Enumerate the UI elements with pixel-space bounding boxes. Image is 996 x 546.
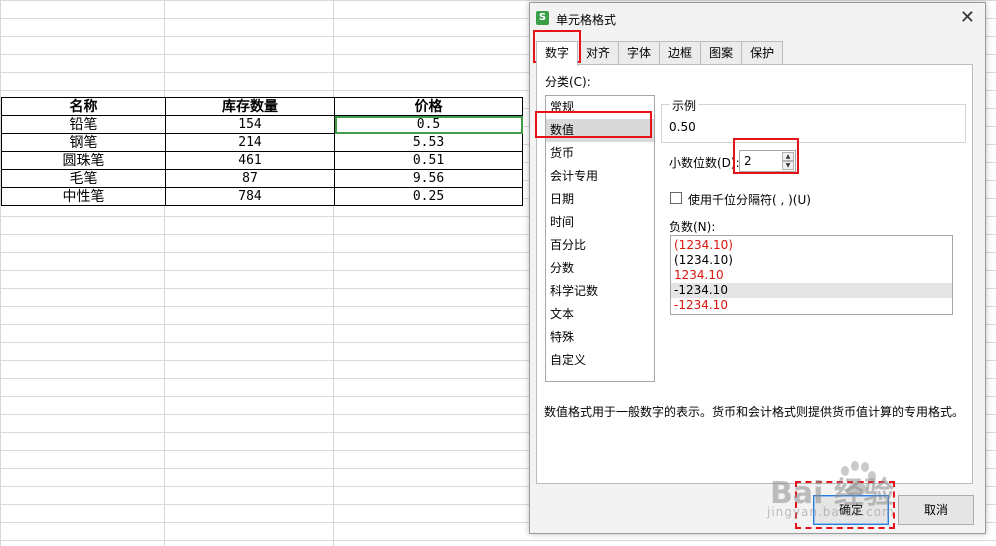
name-cell[interactable]: 中性笔 — [1, 187, 166, 206]
category-item[interactable]: 分数 — [546, 257, 654, 280]
category-item[interactable]: 百分比 — [546, 234, 654, 257]
category-item[interactable]: 特殊 — [546, 326, 654, 349]
price-cell[interactable]: 0.25 — [334, 187, 523, 206]
data-table: 名称 库存数量 价格 铅笔 154 0.5 钢笔 214 5.53 圆珠笔 46… — [1, 97, 523, 206]
negative-format-option[interactable]: (1234.10) — [671, 238, 952, 253]
format-description: 数值格式用于一般数字的表示。货币和会计格式则提供货币值计算的专用格式。 — [544, 405, 965, 419]
name-cell[interactable]: 铅笔 — [1, 115, 166, 134]
negative-numbers-label: 负数(N): — [669, 220, 716, 234]
category-item[interactable]: 货币 — [546, 142, 654, 165]
price-cell[interactable]: 5.53 — [334, 133, 523, 152]
header-cell[interactable]: 库存数量 — [165, 97, 335, 116]
header-cell[interactable]: 价格 — [334, 97, 523, 116]
table-row: 铅笔 154 0.5 — [1, 115, 523, 134]
negative-format-option-selected[interactable]: -1234.10 — [671, 283, 952, 298]
thousands-separator-checkbox[interactable] — [670, 192, 682, 204]
tab-font[interactable]: 字体 — [618, 41, 661, 65]
category-item[interactable]: 文本 — [546, 303, 654, 326]
decimal-places-label: 小数位数(D): — [669, 156, 740, 170]
tab-number[interactable]: 数字 — [536, 41, 579, 66]
negative-numbers-listbox[interactable]: (1234.10) (1234.10) 1234.10 -1234.10 -12… — [670, 235, 953, 315]
negative-format-option[interactable]: (1234.10) — [671, 253, 952, 268]
category-item-selected[interactable]: 数值 — [546, 119, 654, 142]
sample-group — [661, 104, 966, 143]
tab-alignment[interactable]: 对齐 — [577, 41, 620, 65]
category-item[interactable]: 时间 — [546, 211, 654, 234]
thousands-separator-label[interactable]: 使用千位分隔符( , )(U) — [688, 191, 811, 208]
header-cell[interactable]: 名称 — [1, 97, 166, 116]
table-row: 钢笔 214 5.53 — [1, 133, 523, 152]
negative-format-option[interactable]: -1234.10 — [671, 298, 952, 313]
stock-cell[interactable]: 87 — [165, 169, 335, 188]
name-cell[interactable]: 圆珠笔 — [1, 151, 166, 170]
cancel-button[interactable]: 取消 — [898, 495, 974, 525]
category-item[interactable]: 日期 — [546, 188, 654, 211]
column-divider — [164, 0, 165, 546]
stock-cell[interactable]: 154 — [165, 115, 335, 134]
price-cell-selected[interactable]: 0.5 — [334, 115, 523, 134]
decimal-places-stepper[interactable]: 2 ▲ ▼ — [739, 150, 796, 172]
close-icon[interactable]: ✕ — [960, 8, 975, 28]
table-row: 毛笔 87 9.56 — [1, 169, 523, 188]
sample-label: 示例 — [670, 97, 699, 114]
tab-strip: 数字 对齐 字体 边框 图案 保护 — [536, 41, 784, 66]
wps-spreadsheet-icon: S — [536, 11, 549, 25]
negative-format-option[interactable]: 1234.10 — [671, 268, 952, 283]
dialog-titlebar[interactable]: S 单元格格式 ✕ — [530, 3, 985, 33]
header-row: 名称 库存数量 价格 — [1, 97, 523, 116]
category-item[interactable]: 科学记数 — [546, 280, 654, 303]
price-cell[interactable]: 0.51 — [334, 151, 523, 170]
category-item[interactable]: 常规 — [546, 96, 654, 119]
category-item[interactable]: 自定义 — [546, 349, 654, 372]
format-cells-dialog: S 单元格格式 ✕ 数字 对齐 字体 边框 图案 保护 分类(C): 常规 数值… — [529, 2, 986, 534]
decimal-places-value[interactable]: 2 — [744, 154, 752, 168]
tab-protection[interactable]: 保护 — [741, 41, 784, 65]
spin-down-icon[interactable]: ▼ — [782, 161, 794, 170]
stock-cell[interactable]: 784 — [165, 187, 335, 206]
sample-value: 0.50 — [669, 120, 696, 134]
spin-up-icon[interactable]: ▲ — [782, 152, 794, 161]
stock-cell[interactable]: 461 — [165, 151, 335, 170]
baidu-watermark-url: jingyan.baidu.com — [767, 505, 895, 519]
name-cell[interactable]: 毛笔 — [1, 169, 166, 188]
dialog-title: 单元格格式 — [556, 13, 617, 27]
tab-pattern[interactable]: 图案 — [700, 41, 743, 65]
category-item[interactable]: 会计专用 — [546, 165, 654, 188]
table-row: 中性笔 784 0.25 — [1, 187, 523, 206]
name-cell[interactable]: 钢笔 — [1, 133, 166, 152]
table-row: 圆珠笔 461 0.51 — [1, 151, 523, 170]
column-divider — [333, 0, 334, 546]
category-listbox[interactable]: 常规 数值 货币 会计专用 日期 时间 百分比 分数 科学记数 文本 特殊 自定… — [545, 95, 655, 382]
stock-cell[interactable]: 214 — [165, 133, 335, 152]
price-cell[interactable]: 9.56 — [334, 169, 523, 188]
category-label: 分类(C): — [545, 75, 591, 89]
tab-border[interactable]: 边框 — [659, 41, 702, 65]
